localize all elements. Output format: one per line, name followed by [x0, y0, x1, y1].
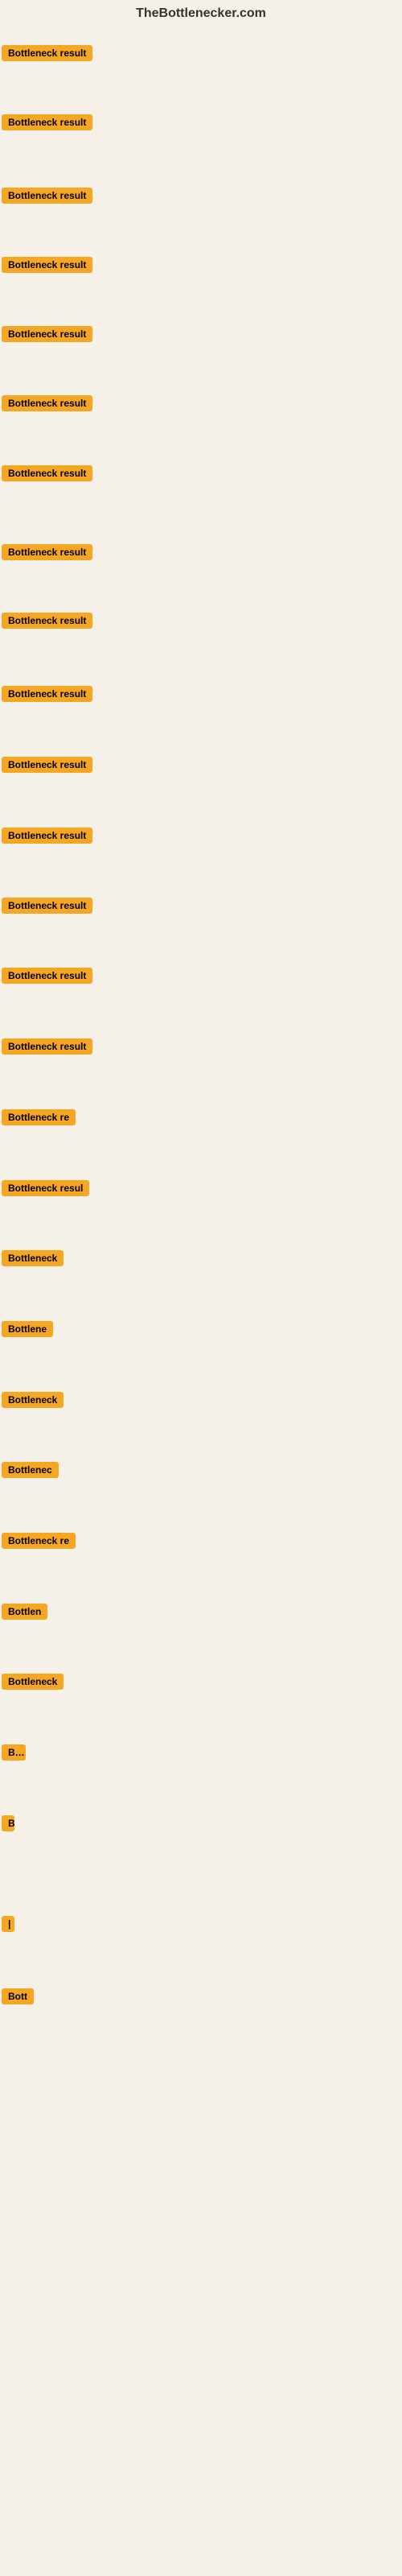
badge-row-24: Bottleneck [2, 1674, 64, 1694]
bottleneck-badge-27[interactable]: | [2, 1916, 14, 1932]
badge-row-10: Bottleneck result [2, 686, 92, 706]
badge-row-8: Bottleneck result [2, 544, 92, 564]
badge-row-11: Bottleneck result [2, 757, 92, 777]
badge-row-21: Bottlenec [2, 1462, 59, 1482]
bottleneck-badge-20[interactable]: Bottleneck [2, 1392, 64, 1408]
bottleneck-badge-17[interactable]: Bottleneck resul [2, 1180, 89, 1196]
bottleneck-badge-19[interactable]: Bottlene [2, 1321, 53, 1337]
bottleneck-badge-24[interactable]: Bottleneck [2, 1674, 64, 1690]
bottleneck-badge-23[interactable]: Bottlen [2, 1604, 47, 1620]
bottleneck-badge-28[interactable]: Bott [2, 1988, 34, 2004]
badge-row-12: Bottleneck result [2, 828, 92, 848]
badge-row-28: Bott [2, 1988, 34, 2008]
bottleneck-badge-22[interactable]: Bottleneck re [2, 1533, 76, 1549]
badge-row-15: Bottleneck result [2, 1038, 92, 1059]
badge-row-4: Bottleneck result [2, 257, 92, 277]
badge-row-22: Bottleneck re [2, 1533, 76, 1553]
badge-row-26: B [2, 1815, 14, 1835]
bottleneck-badge-14[interactable]: Bottleneck result [2, 968, 92, 984]
bottleneck-badge-5[interactable]: Bottleneck result [2, 326, 92, 342]
badge-row-13: Bottleneck result [2, 898, 92, 918]
bottleneck-badge-11[interactable]: Bottleneck result [2, 757, 92, 773]
badge-row-19: Bottlene [2, 1321, 53, 1341]
bottleneck-badge-21[interactable]: Bottlenec [2, 1462, 59, 1478]
badge-row-5: Bottleneck result [2, 326, 92, 346]
badge-row-25: Bo [2, 1744, 26, 1765]
badge-row-1: Bottleneck result [2, 45, 92, 65]
badge-row-18: Bottleneck [2, 1250, 64, 1270]
badge-row-20: Bottleneck [2, 1392, 64, 1412]
bottleneck-badge-9[interactable]: Bottleneck result [2, 613, 92, 629]
badge-row-2: Bottleneck result [2, 114, 92, 134]
bottleneck-badge-12[interactable]: Bottleneck result [2, 828, 92, 844]
bottleneck-badge-1[interactable]: Bottleneck result [2, 45, 92, 61]
badge-row-17: Bottleneck resul [2, 1180, 89, 1200]
bottleneck-badge-6[interactable]: Bottleneck result [2, 395, 92, 411]
badge-row-14: Bottleneck result [2, 968, 92, 988]
bottleneck-badge-25[interactable]: Bo [2, 1744, 26, 1761]
bottleneck-badge-18[interactable]: Bottleneck [2, 1250, 64, 1266]
bottleneck-badge-16[interactable]: Bottleneck re [2, 1109, 76, 1125]
bottleneck-badge-8[interactable]: Bottleneck result [2, 544, 92, 560]
bottleneck-badge-7[interactable]: Bottleneck result [2, 465, 92, 481]
bottleneck-badge-10[interactable]: Bottleneck result [2, 686, 92, 702]
badge-row-9: Bottleneck result [2, 613, 92, 633]
badge-row-23: Bottlen [2, 1604, 47, 1624]
bottleneck-badge-15[interactable]: Bottleneck result [2, 1038, 92, 1055]
bottleneck-badge-4[interactable]: Bottleneck result [2, 257, 92, 273]
bottleneck-badge-3[interactable]: Bottleneck result [2, 188, 92, 204]
badge-row-6: Bottleneck result [2, 395, 92, 415]
badge-row-7: Bottleneck result [2, 465, 92, 485]
badge-row-3: Bottleneck result [2, 188, 92, 208]
badge-row-16: Bottleneck re [2, 1109, 76, 1129]
bottleneck-badge-13[interactable]: Bottleneck result [2, 898, 92, 914]
bottleneck-badge-2[interactable]: Bottleneck result [2, 114, 92, 130]
site-title: TheBottlenecker.com [0, 0, 402, 24]
bottleneck-badge-26[interactable]: B [2, 1815, 14, 1831]
badge-row-27: | [2, 1916, 8, 1936]
